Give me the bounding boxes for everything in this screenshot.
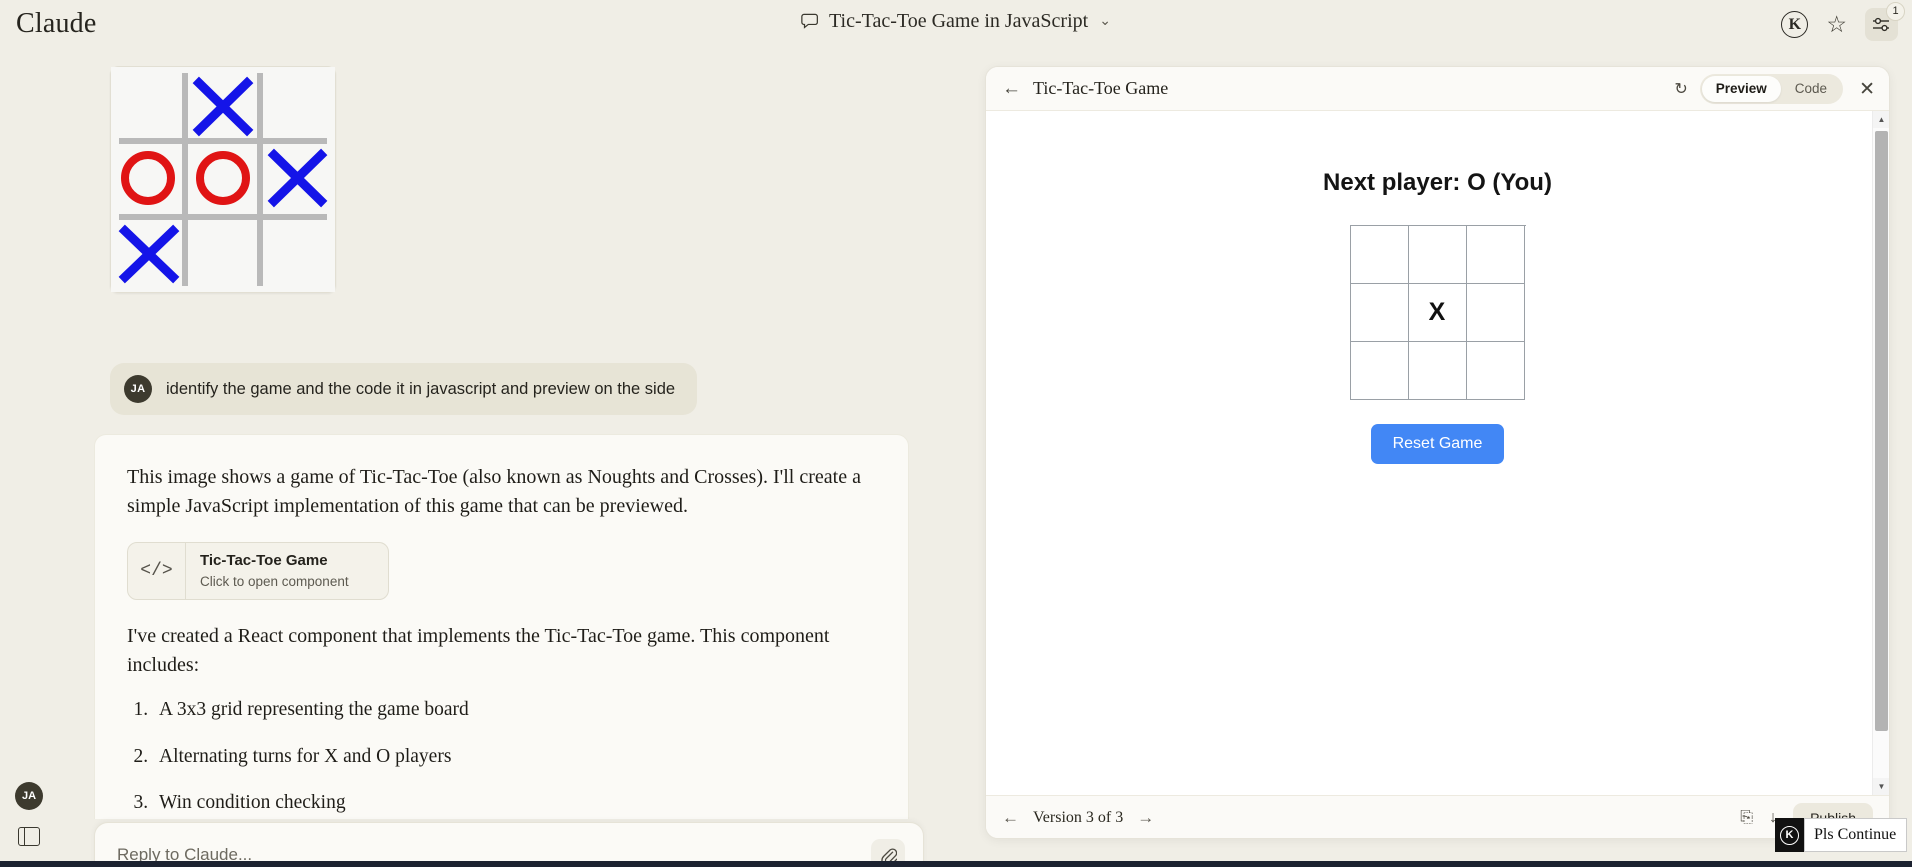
artifact-scrollbar[interactable]: ▲ ▼ [1872, 111, 1889, 795]
board-cell[interactable] [1467, 226, 1525, 284]
preview-game-board: X [1350, 225, 1526, 400]
board-cell[interactable] [1351, 342, 1409, 400]
claude-app-window: Claude Tic-Tac-Toe Game in JavaScript ⌄ … [0, 0, 1912, 867]
extension-k-avatar[interactable]: K [1781, 11, 1808, 38]
board-cell[interactable] [1351, 226, 1409, 284]
conversation-title-text: Tic-Tac-Toe Game in JavaScript [829, 10, 1088, 33]
game-status-text: Next player: O (You) [986, 169, 1889, 197]
artifact-preview-body: Next player: O (You) X Reset Game ▲ ▼ [986, 111, 1889, 795]
artifact-preview-card[interactable]: </> Tic-Tac-Toe Game Click to open compo… [127, 542, 389, 600]
sidebar-toggle-icon[interactable] [18, 827, 40, 846]
scrollbar-thumb[interactable] [1875, 131, 1888, 731]
artifact-card-title: Tic-Tac-Toe Game [200, 552, 349, 571]
version-prev-arrow[interactable]: ← [1002, 808, 1019, 828]
list-item: Alternating turns for X and O players [153, 744, 872, 770]
pls-continue-overlay[interactable]: K Pls Continue [1775, 818, 1907, 852]
reset-button-row: Reset Game [986, 424, 1889, 464]
close-icon[interactable]: ✕ [1859, 78, 1875, 101]
version-next-arrow[interactable]: → [1137, 808, 1154, 828]
scroll-down-arrow-icon[interactable]: ▼ [1873, 778, 1889, 795]
chevron-down-icon: ⌄ [1099, 13, 1111, 30]
conversation-title-menu[interactable]: Tic-Tac-Toe Game in JavaScript ⌄ [801, 10, 1111, 33]
artifact-panel-title: Tic-Tac-Toe Game [1033, 78, 1168, 99]
user-message-text: identify the game and the code it in jav… [166, 380, 675, 399]
code-icon: </> [128, 543, 186, 599]
user-message: JA identify the game and the code it in … [110, 363, 697, 415]
assistant-paragraph-1: This image shows a game of Tic-Tac-Toe (… [127, 463, 872, 520]
assistant-feature-list: A 3x3 grid representing the game board A… [153, 697, 872, 819]
attached-tic-tac-toe-image[interactable] [110, 66, 336, 293]
board-cell[interactable] [1467, 342, 1525, 400]
board-cell[interactable] [1351, 284, 1409, 342]
refresh-icon[interactable]: ↻ [1674, 79, 1687, 99]
board-cell[interactable] [1409, 226, 1467, 284]
tab-code[interactable]: Code [1781, 76, 1841, 102]
reset-game-button[interactable]: Reset Game [1371, 424, 1505, 464]
brand-logo[interactable]: Claude [16, 8, 97, 40]
version-label: Version 3 of 3 [1033, 809, 1123, 827]
star-icon[interactable]: ☆ [1826, 13, 1847, 36]
overlay-k-badge[interactable]: K [1775, 818, 1804, 852]
board-cell[interactable] [1409, 342, 1467, 400]
sidebar-user-avatar[interactable]: JA [15, 782, 43, 810]
settings-badge-count: 1 [1886, 2, 1905, 21]
top-bar: Claude Tic-Tac-Toe Game in JavaScript ⌄ … [0, 0, 1912, 52]
chat-bubble-icon [801, 13, 820, 30]
preview-code-toggle: Preview Code [1700, 74, 1843, 104]
scroll-up-arrow-icon[interactable]: ▲ [1873, 111, 1889, 128]
overlay-k-letter: K [1780, 826, 1799, 845]
list-item: A 3x3 grid representing the game board [153, 697, 872, 723]
os-taskbar-edge [0, 861, 1912, 867]
version-navigation: ← Version 3 of 3 → [1002, 808, 1154, 828]
board-cell[interactable] [1467, 284, 1525, 342]
tic-tac-toe-photo [111, 67, 335, 292]
assistant-message: This image shows a game of Tic-Tac-Toe (… [94, 434, 909, 819]
list-item: Win condition checking [153, 790, 872, 816]
settings-sliders-button[interactable]: 1 [1865, 8, 1898, 41]
artifact-panel: ← Tic-Tac-Toe Game ↻ Preview Code ✕ Next… [985, 66, 1890, 839]
overlay-text: Pls Continue [1804, 818, 1907, 852]
board-cell[interactable]: X [1409, 284, 1467, 342]
chat-column: JA identify the game and the code it in … [0, 52, 985, 867]
assistant-paragraph-2: I've created a React component that impl… [127, 622, 872, 679]
artifact-panel-footer: ← Version 3 of 3 → ⎘ ↓ Publish [986, 795, 1889, 839]
user-avatar: JA [124, 375, 152, 403]
artifact-panel-header-actions: ↻ Preview Code ✕ [1674, 67, 1875, 111]
copy-icon[interactable]: ⎘ [1740, 809, 1753, 827]
top-bar-actions: K ☆ 1 [1781, 8, 1898, 41]
artifact-card-subtitle: Click to open component [200, 573, 349, 591]
artifact-card-texts: Tic-Tac-Toe Game Click to open component [186, 543, 363, 599]
tab-preview[interactable]: Preview [1702, 76, 1781, 102]
back-arrow-icon[interactable]: ← [1002, 78, 1021, 100]
artifact-panel-header: ← Tic-Tac-Toe Game ↻ Preview Code ✕ [986, 67, 1889, 111]
